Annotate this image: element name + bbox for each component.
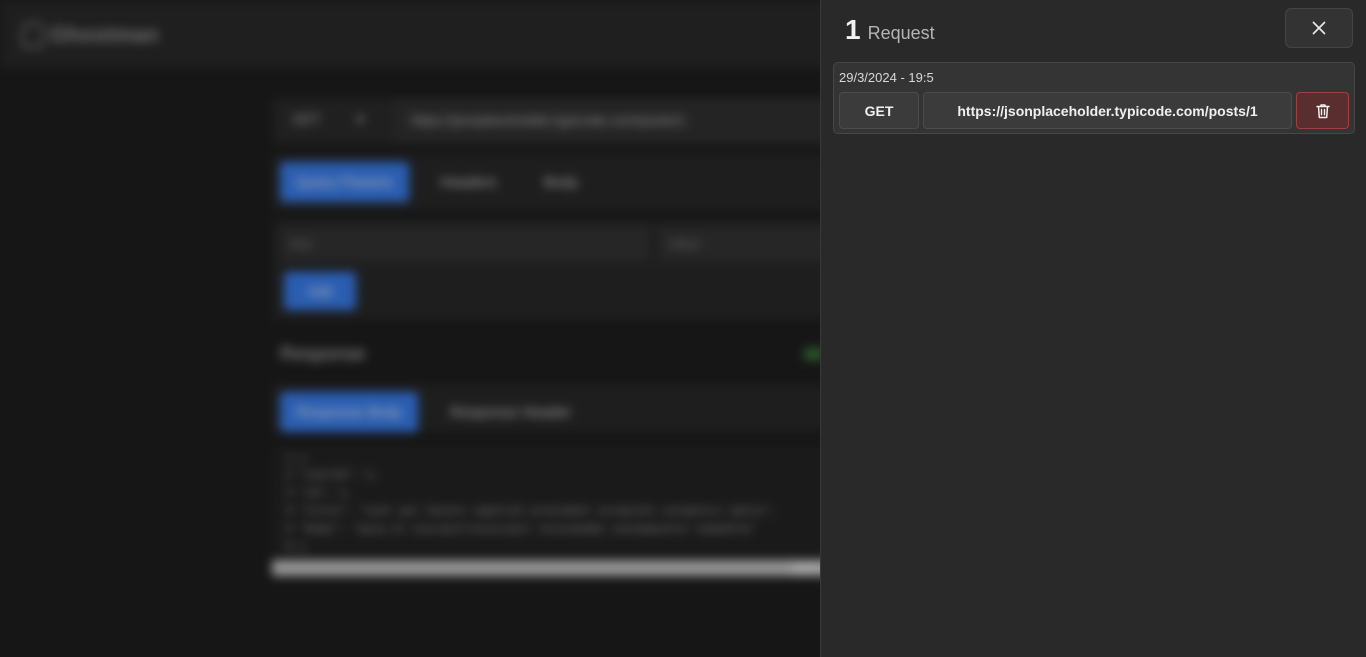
close-drawer-button[interactable] — [1285, 8, 1353, 48]
history-item: 29/3/2024 - 19:5 GET https://jsonplaceho… — [833, 62, 1355, 134]
history-url-button[interactable]: https://jsonplaceholder.typicode.com/pos… — [923, 92, 1292, 129]
history-drawer: 1 Request 29/3/2024 - 19:5 GET https://j… — [820, 0, 1366, 657]
close-icon — [1312, 21, 1326, 35]
trash-icon — [1315, 103, 1330, 118]
request-count: 1 — [845, 14, 861, 45]
drawer-header: 1 Request — [845, 14, 935, 46]
history-timestamp: 29/3/2024 - 19:5 — [839, 70, 934, 85]
request-count-label: Request — [867, 23, 935, 43]
delete-history-button[interactable] — [1296, 92, 1349, 129]
history-method-button[interactable]: GET — [839, 92, 919, 129]
app-root: Ghostman GET ▾ https://jsonplaceholder.t… — [0, 0, 1366, 657]
